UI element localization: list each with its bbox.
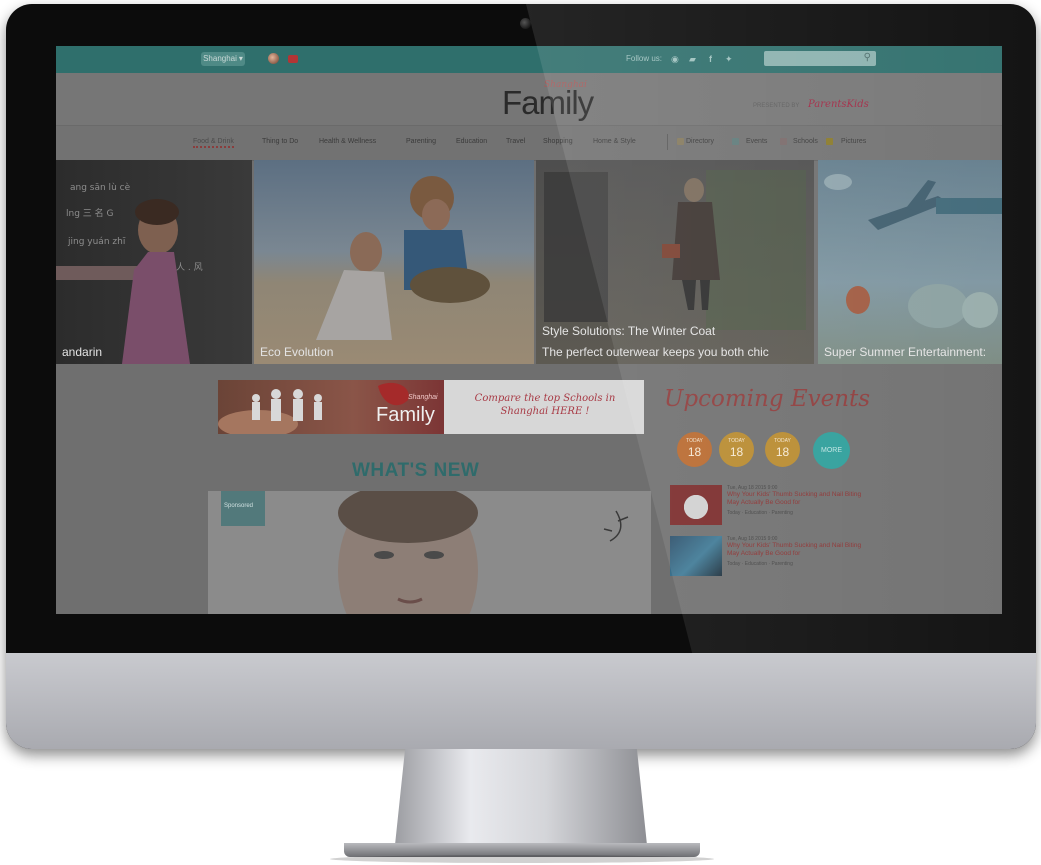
webcam <box>520 18 531 29</box>
event-day-number: 18 <box>729 445 744 459</box>
event-list-item[interactable]: Tue, Aug 18 2015 9:00 Why Your Kids' Thu… <box>670 536 870 576</box>
event-title[interactable]: Why Your Kids' Thumb Sucking and Nail Bi… <box>727 491 862 507</box>
rss-icon[interactable]: ◉ <box>671 54 679 65</box>
slide-eco-evolution-image <box>316 176 490 340</box>
event-tags: Today · Education · Parenting <box>727 561 793 567</box>
twitter-icon[interactable]: ✦ <box>725 54 733 65</box>
directory-icon <box>677 138 684 145</box>
slide-caption: andarin <box>62 345 103 359</box>
slide-summer-entertainment[interactable]: Super Summer Entertainment: <box>818 160 1002 364</box>
slide-summer-entertainment-image <box>824 174 1002 328</box>
nav-item-schools[interactable]: Schools <box>793 138 818 145</box>
slide-caption: Eco Evolution <box>260 345 334 359</box>
beauty-model-image <box>208 491 651 614</box>
browser-screen: Shanghai Follow us: ◉ ▰ f ✦ ⚲ Shanghai F… <box>56 46 1002 614</box>
nav-item-shopping[interactable]: Shopping <box>543 138 573 145</box>
events-icon <box>732 138 739 145</box>
sponsored-label: Sponsored <box>224 503 254 509</box>
monitor-frame: Shanghai Follow us: ◉ ▰ f ✦ ⚲ Shanghai F… <box>6 4 1036 749</box>
monitor-chin <box>6 653 1036 749</box>
sponsored-badge: Sponsored <box>221 491 265 526</box>
site-logo[interactable]: Shanghai Family <box>502 78 594 122</box>
main-nav: Food & Drink Thing to Do Health & Wellne… <box>56 125 1002 161</box>
city-selector[interactable]: Shanghai <box>201 52 245 66</box>
event-day-label: TODAY <box>774 438 791 444</box>
logo-title: Family <box>502 84 594 121</box>
nav-item-food-drink[interactable]: Food & Drink <box>193 138 234 148</box>
partner-logo[interactable]: ParentsKids <box>808 99 869 110</box>
stand-shadow <box>330 855 714 863</box>
svg-text:jing yuán zhī: jing yuán zhī <box>67 237 126 247</box>
pictures-icon <box>826 138 833 145</box>
hero-slider: ang sān lù cè lng 三 名 G jing yuán zhī 人 … <box>56 160 1002 364</box>
event-list-item[interactable]: Tue, Aug 18 2015 9:00 Why Your Kids' Thu… <box>670 485 870 525</box>
follow-label: Follow us: <box>626 54 663 63</box>
monitor-stand-neck <box>395 749 647 845</box>
event-day-today[interactable]: TODAY 18 <box>719 432 754 467</box>
slide-winter-coat[interactable]: Style Solutions: The Winter Coat The per… <box>536 160 814 364</box>
upcoming-events-heading: Upcoming Events <box>664 386 871 412</box>
whats-new-heading: WHAT'S NEW <box>352 460 480 481</box>
slide-eco-evolution[interactable]: Eco Evolution <box>254 160 534 364</box>
events-more-button[interactable]: MORE <box>813 432 850 469</box>
event-day-label: TODAY <box>728 438 745 444</box>
event-day-today[interactable]: TODAY 18 <box>765 432 800 467</box>
nav-item-education[interactable]: Education <box>456 138 487 145</box>
nav-item-health-wellness[interactable]: Health & Wellness <box>319 138 376 145</box>
banner-logo-title: Family <box>376 404 435 426</box>
search-input[interactable]: ⚲ <box>764 51 876 66</box>
nav-item-home-style[interactable]: Home & Style <box>593 138 636 145</box>
schools-banner-ad[interactable]: Shanghai Family Compare the top Schools … <box>218 380 644 434</box>
svg-text:ang sān lù cè: ang sān lù cè <box>70 182 131 193</box>
event-day-number: 18 <box>687 445 702 459</box>
whats-new-feature-image[interactable]: Sponsored <box>208 491 651 614</box>
svg-text:lng 三 名 G: lng 三 名 G <box>66 207 114 219</box>
slide-mandarin[interactable]: ang sān lù cè lng 三 名 G jing yuán zhī 人 … <box>56 160 252 364</box>
banner-logo-city: Shanghai <box>408 394 438 401</box>
nav-item-events[interactable]: Events <box>746 138 767 145</box>
banner-cta[interactable]: Compare the top Schools in Shanghai HERE… <box>456 392 634 418</box>
slide-mandarin-image: ang sān lù cè lng 三 名 G jing yuán zhī 人 … <box>56 182 203 364</box>
nav-item-parenting[interactable]: Parenting <box>406 138 436 145</box>
avatar[interactable] <box>268 53 279 64</box>
slide-caption: The perfect outerwear keeps you both chi… <box>542 345 769 359</box>
event-thumbnail[interactable] <box>670 485 722 525</box>
site-header: Shanghai Family PRESENTED BY ParentsKids <box>56 73 1002 125</box>
event-title[interactable]: Why Your Kids' Thumb Sucking and Nail Bi… <box>727 542 862 558</box>
event-day-label: TODAY <box>686 438 703 444</box>
slide-caption: Super Summer Entertainment: <box>824 345 987 359</box>
nav-item-directory[interactable]: Directory <box>686 138 714 145</box>
svg-text:人 . 风: 人 . 风 <box>176 262 203 273</box>
facebook-icon[interactable]: f <box>709 54 712 64</box>
schools-icon <box>780 138 787 145</box>
event-day-number: 18 <box>775 445 790 459</box>
youtube-icon[interactable]: ▰ <box>689 54 696 65</box>
nav-item-things-to-do[interactable]: Thing to Do <box>262 138 298 145</box>
search-icon[interactable]: ⚲ <box>864 52 871 63</box>
presented-by-label: PRESENTED BY <box>753 103 800 109</box>
nav-item-travel[interactable]: Travel <box>506 138 525 145</box>
slide-title: Style Solutions: The Winter Coat <box>542 324 716 338</box>
nav-item-pictures[interactable]: Pictures <box>841 138 866 145</box>
top-utility-bar: Shanghai Follow us: ◉ ▰ f ✦ ⚲ <box>56 46 1002 73</box>
nav-divider <box>667 134 668 150</box>
event-tags: Today · Education · Parenting <box>727 510 793 516</box>
china-flag-icon[interactable] <box>288 55 298 63</box>
event-day-today[interactable]: TODAY 18 <box>677 432 712 467</box>
event-thumbnail[interactable] <box>670 536 722 576</box>
